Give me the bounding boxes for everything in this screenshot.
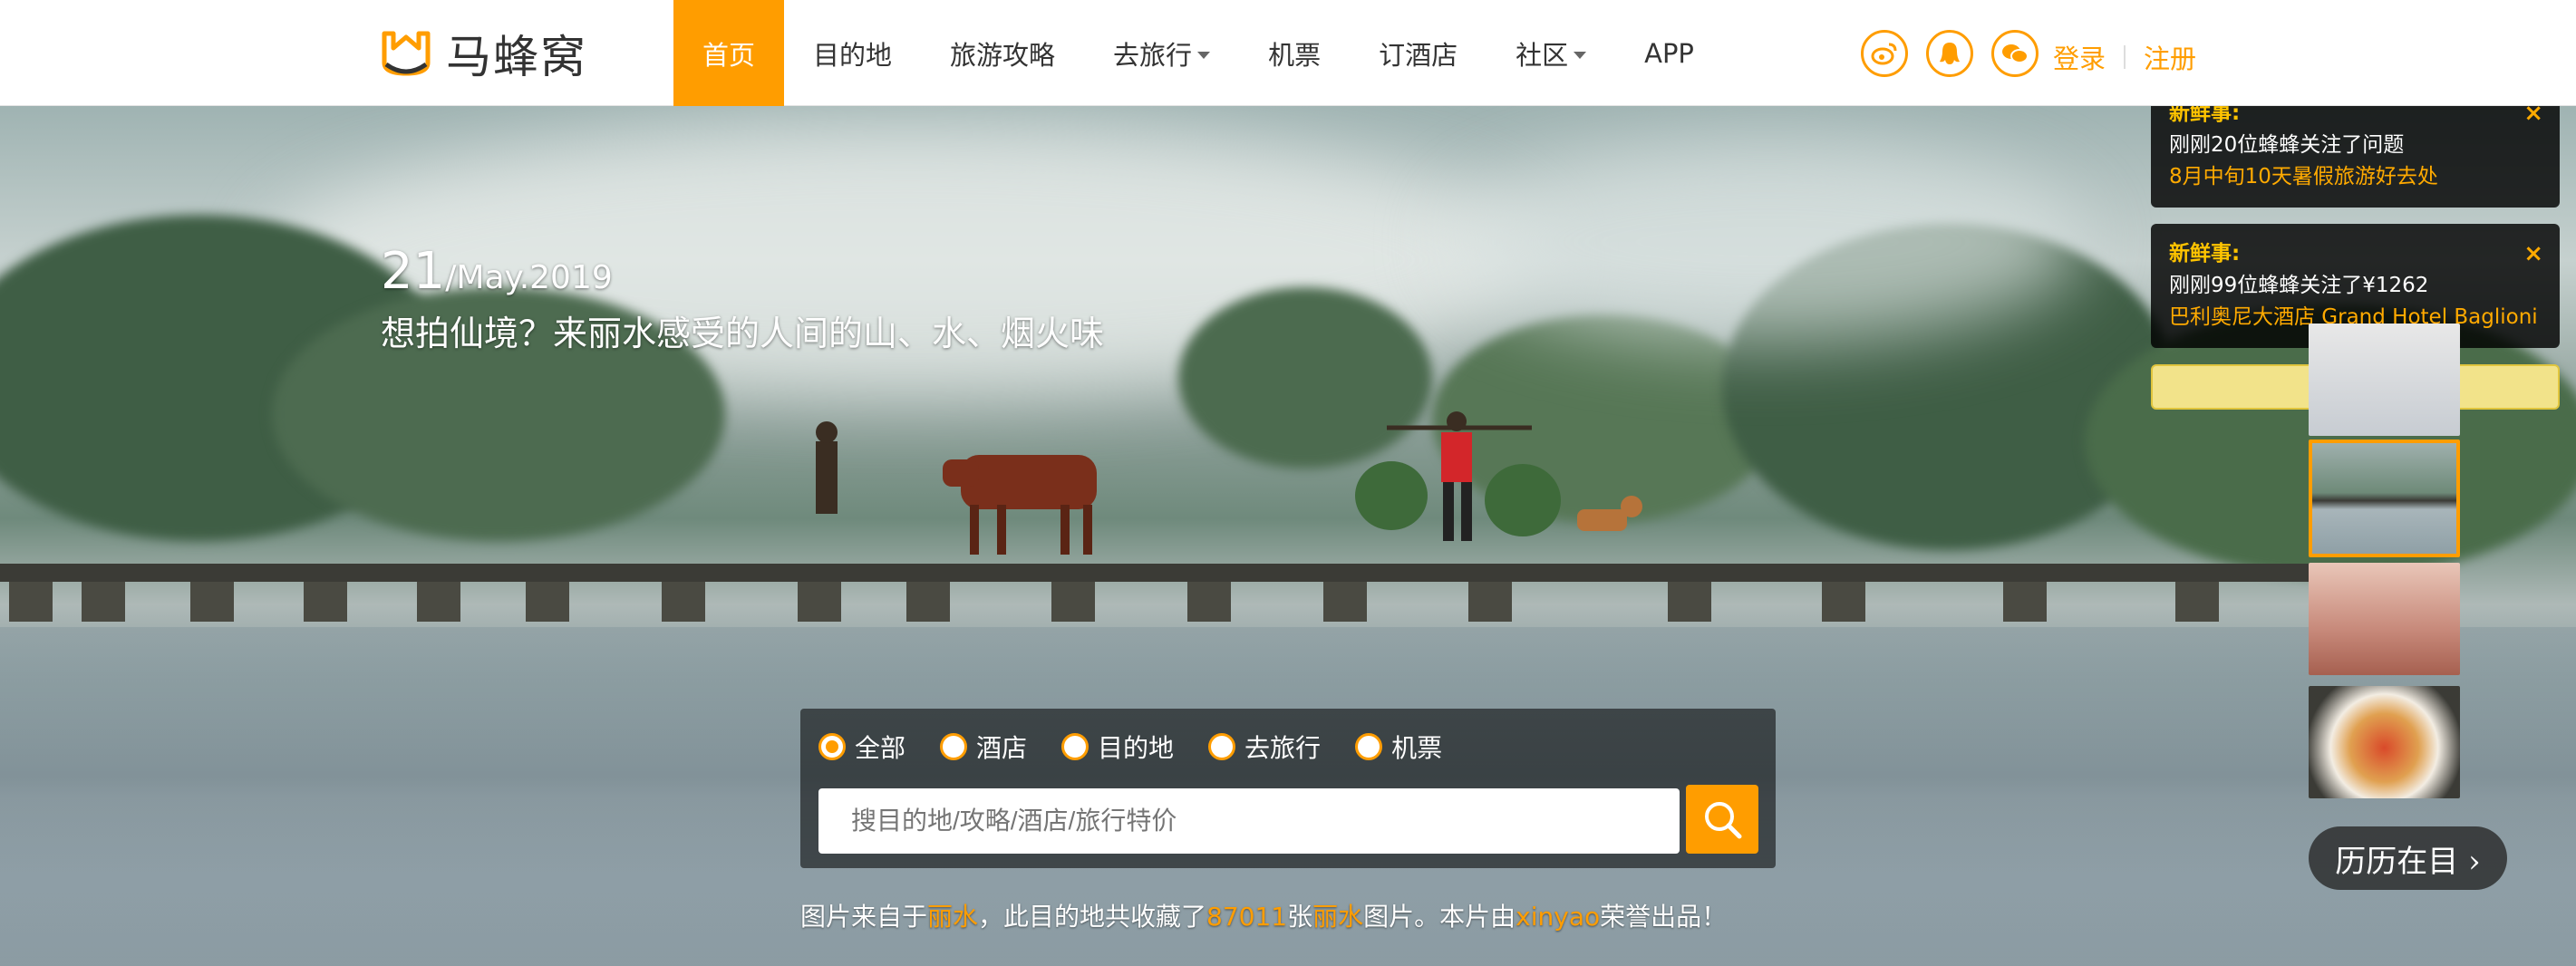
logo-mark-icon <box>382 31 431 76</box>
bridge-pier <box>82 582 125 622</box>
search-option-flight[interactable]: 机票 <box>1355 729 1442 765</box>
login-link[interactable]: 登录 <box>2053 38 2106 76</box>
close-icon[interactable]: × <box>2523 238 2543 270</box>
nav-travel[interactable]: 去旅行 <box>1084 0 1239 106</box>
nav-label: 目的地 <box>813 39 893 71</box>
search-button[interactable] <box>1686 785 1758 854</box>
photo-thumbnail[interactable] <box>2309 324 2460 436</box>
notice-link[interactable]: 8月中旬10天暑假旅游好去处 <box>2169 161 2542 193</box>
farmer-and-ox-figure <box>816 421 1097 555</box>
woman-and-dog-figure <box>1355 411 1642 541</box>
bridge-pier <box>1323 582 1367 622</box>
logo-text: 马蜂窝 <box>446 31 587 83</box>
credit-author-link[interactable]: xinyao <box>1516 902 1600 932</box>
social-login-group <box>1861 30 2039 77</box>
close-icon[interactable]: × <box>2523 106 2543 130</box>
bridge-pier <box>1822 582 1865 622</box>
fresh-news-notice: 新鲜事: 刚刚20位蜂蜂关注了问题 8月中旬10天暑假旅游好去处 × <box>2151 106 2560 208</box>
radio-icon <box>1355 733 1383 760</box>
credit-text: 图片来自于 <box>800 902 928 932</box>
hero-headline[interactable]: 想拍仙境？来丽水感受的人间的山、水、烟火味 <box>381 305 1104 355</box>
bridge-pier <box>1051 582 1095 622</box>
main-nav: 首页 目的地 旅游攻略 去旅行 机票 订酒店 社区 APP <box>673 0 1723 106</box>
credit-text: 荣誉出品！ <box>1600 902 1728 932</box>
credit-place-link[interactable]: 丽水 <box>927 902 978 932</box>
search-type-options: 全部 酒店 目的地 去旅行 机票 <box>818 729 1442 765</box>
option-label: 全部 <box>855 733 906 763</box>
credit-text: 张 <box>1287 902 1313 932</box>
search-icon <box>1705 802 1742 839</box>
auth-links: 登录 注册 <box>2053 38 2196 76</box>
date-day: 21 <box>381 242 446 301</box>
bridge-pier <box>906 582 950 622</box>
bridge-pier <box>1468 582 1512 622</box>
credit-place-link[interactable]: 丽水 <box>1312 902 1363 932</box>
nav-label: APP <box>1644 37 1694 69</box>
nav-label: 机票 <box>1268 39 1322 71</box>
nav-community[interactable]: 社区 <box>1487 0 1615 106</box>
bridge-pier <box>526 582 569 622</box>
nav-app[interactable]: APP <box>1615 0 1723 106</box>
bridge-pier <box>2003 582 2047 622</box>
weibo-icon[interactable] <box>1861 30 1908 77</box>
nav-home[interactable]: 首页 <box>673 0 785 106</box>
bridge-pier <box>798 582 841 622</box>
nav-label: 订酒店 <box>1379 39 1458 71</box>
photo-thumbnail[interactable] <box>2309 563 2460 675</box>
radio-icon <box>1061 733 1089 760</box>
option-label: 目的地 <box>1098 733 1175 763</box>
nav-flights[interactable]: 机票 <box>1239 0 1350 106</box>
bridge-pier <box>417 582 460 622</box>
nav-hotels[interactable]: 订酒店 <box>1350 0 1487 106</box>
photo-credit: 图片来自于丽水，此目的地共收藏了87011张丽水图片。本片由xinyao荣誉出品… <box>800 897 1727 933</box>
credit-count: 87011 <box>1206 902 1288 932</box>
qq-icon[interactable] <box>1926 30 1973 77</box>
bridge-pier <box>190 582 234 622</box>
credit-text: 图片。本片由 <box>1363 902 1516 932</box>
notice-body: 刚刚99位蜂蜂关注了¥1262 <box>2169 274 2429 297</box>
mist-shape <box>1450 142 2085 342</box>
notice-title: 新鲜事: <box>2169 106 2241 125</box>
nav-label: 旅游攻略 <box>950 39 1056 71</box>
history-gallery-button[interactable]: 历历在目 › <box>2309 826 2507 890</box>
top-navigation-bar: 马蜂窝 首页 目的地 旅游攻略 去旅行 机票 订酒店 社区 APP 登录 注册 <box>0 0 2576 106</box>
register-link[interactable]: 注册 <box>2144 38 2196 76</box>
stone-bridge <box>0 564 2311 582</box>
nav-label: 去旅行 <box>1113 39 1193 71</box>
search-option-hotel[interactable]: 酒店 <box>940 729 1027 765</box>
option-label: 去旅行 <box>1244 733 1322 763</box>
search-panel: 全部 酒店 目的地 去旅行 机票 <box>800 709 1776 868</box>
nav-label: 社区 <box>1516 39 1569 71</box>
search-input[interactable] <box>818 788 1680 854</box>
notice-title: 新鲜事: <box>2169 242 2241 266</box>
search-option-all[interactable]: 全部 <box>818 729 905 765</box>
chevron-down-icon <box>1197 51 1211 59</box>
radio-checked-icon <box>818 733 846 760</box>
option-label: 酒店 <box>976 733 1028 763</box>
bridge-pier <box>2175 582 2219 622</box>
nav-guides[interactable]: 旅游攻略 <box>921 0 1084 106</box>
bridge-pier <box>9 582 53 622</box>
nav-label: 首页 <box>702 39 756 71</box>
option-label: 机票 <box>1391 733 1443 763</box>
photo-date: 21/May.2019 <box>381 242 613 301</box>
credit-text: ，此目的地共收藏了 <box>978 902 1207 932</box>
wechat-icon[interactable] <box>1991 30 2039 77</box>
photo-thumbnail[interactable] <box>2309 686 2460 798</box>
photo-thumbnail-selected[interactable] <box>2309 440 2460 557</box>
bridge-pier <box>662 582 705 622</box>
notice-body: 刚刚20位蜂蜂关注了问题 <box>2169 133 2405 157</box>
radio-icon <box>1208 733 1236 760</box>
chevron-down-icon <box>1574 51 1587 59</box>
bridge-pier <box>1187 582 1231 622</box>
date-month-year: /May.2019 <box>445 259 613 296</box>
radio-icon <box>940 733 968 760</box>
bridge-pier <box>1668 582 1711 622</box>
search-option-travel[interactable]: 去旅行 <box>1208 729 1321 765</box>
nav-destinations[interactable]: 目的地 <box>784 0 921 106</box>
search-option-destination[interactable]: 目的地 <box>1061 729 1174 765</box>
divider <box>2124 45 2126 69</box>
site-logo[interactable]: 马蜂窝 <box>379 25 587 83</box>
bridge-pier <box>304 582 347 622</box>
